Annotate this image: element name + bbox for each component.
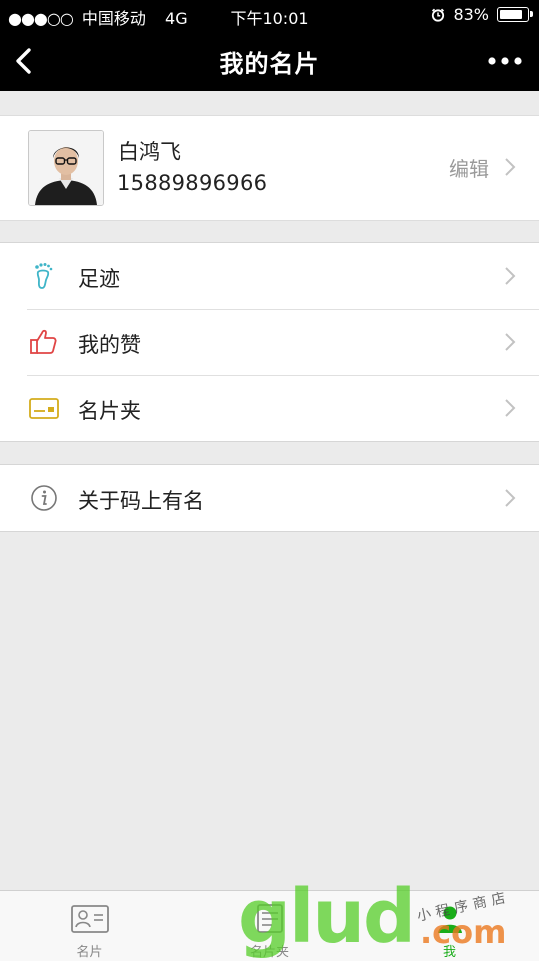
avatar-photo — [29, 131, 103, 205]
status-bar: ●●●○○ 中国移动 4G 下午10:01 83% — [0, 0, 539, 31]
contact-card-icon — [70, 905, 109, 933]
page-title: 我的名片 — [219, 50, 320, 78]
tab-card-folder[interactable]: 名片夹 — [180, 891, 359, 961]
menu-item-footprint[interactable]: 足迹 — [0, 243, 539, 309]
menu-label-about: 关于码上有名 — [78, 489, 204, 513]
info-icon — [31, 485, 57, 511]
menu-group-about: 关于码上有名 — [0, 464, 539, 532]
chevron-right-icon — [505, 489, 516, 507]
more-dots-icon[interactable] — [487, 53, 523, 69]
nav-bar: 我的名片 — [0, 31, 539, 91]
battery-icon — [497, 7, 533, 22]
tab-label-card: 名片 — [76, 945, 103, 960]
battery-fill — [500, 10, 522, 19]
person-icon — [437, 906, 462, 933]
battery-percent: 83% — [453, 5, 489, 24]
chevron-right-icon — [505, 158, 516, 176]
card-holder-icon — [29, 398, 59, 419]
tab-label-card-folder: 名片夹 — [249, 945, 289, 960]
chevron-right-icon — [505, 333, 516, 351]
avatar — [28, 130, 104, 206]
tab-bar: 名片 名片夹 我 — [0, 890, 539, 961]
profile-card[interactable]: 白鸿飞 15889896966 编辑 — [0, 115, 539, 221]
tab-card[interactable]: 名片 — [0, 891, 179, 961]
status-right: 83% — [431, 5, 533, 24]
edit-button[interactable]: 编辑 — [449, 153, 489, 182]
chevron-right-icon — [505, 267, 516, 285]
profile-name: 白鸿飞 — [118, 140, 181, 164]
menu-item-card-holder[interactable]: 名片夹 — [0, 375, 539, 441]
thumbs-up-icon — [30, 329, 57, 354]
menu-label-card-holder: 名片夹 — [78, 399, 141, 423]
tab-label-me: 我 — [442, 945, 456, 960]
menu-label-likes: 我的赞 — [78, 333, 141, 357]
menu-item-likes[interactable]: 我的赞 — [0, 309, 539, 375]
alarm-icon — [432, 8, 445, 22]
tab-me[interactable]: 我 — [360, 891, 539, 961]
card-folder-icon — [256, 904, 283, 933]
footprint-icon — [35, 263, 53, 289]
menu-label-footprint: 足迹 — [78, 267, 120, 291]
menu-group-main: 足迹 我的赞 名片夹 — [0, 242, 539, 442]
menu-item-about[interactable]: 关于码上有名 — [0, 465, 539, 531]
chevron-right-icon — [505, 399, 516, 417]
profile-phone: 15889896966 — [117, 171, 268, 195]
